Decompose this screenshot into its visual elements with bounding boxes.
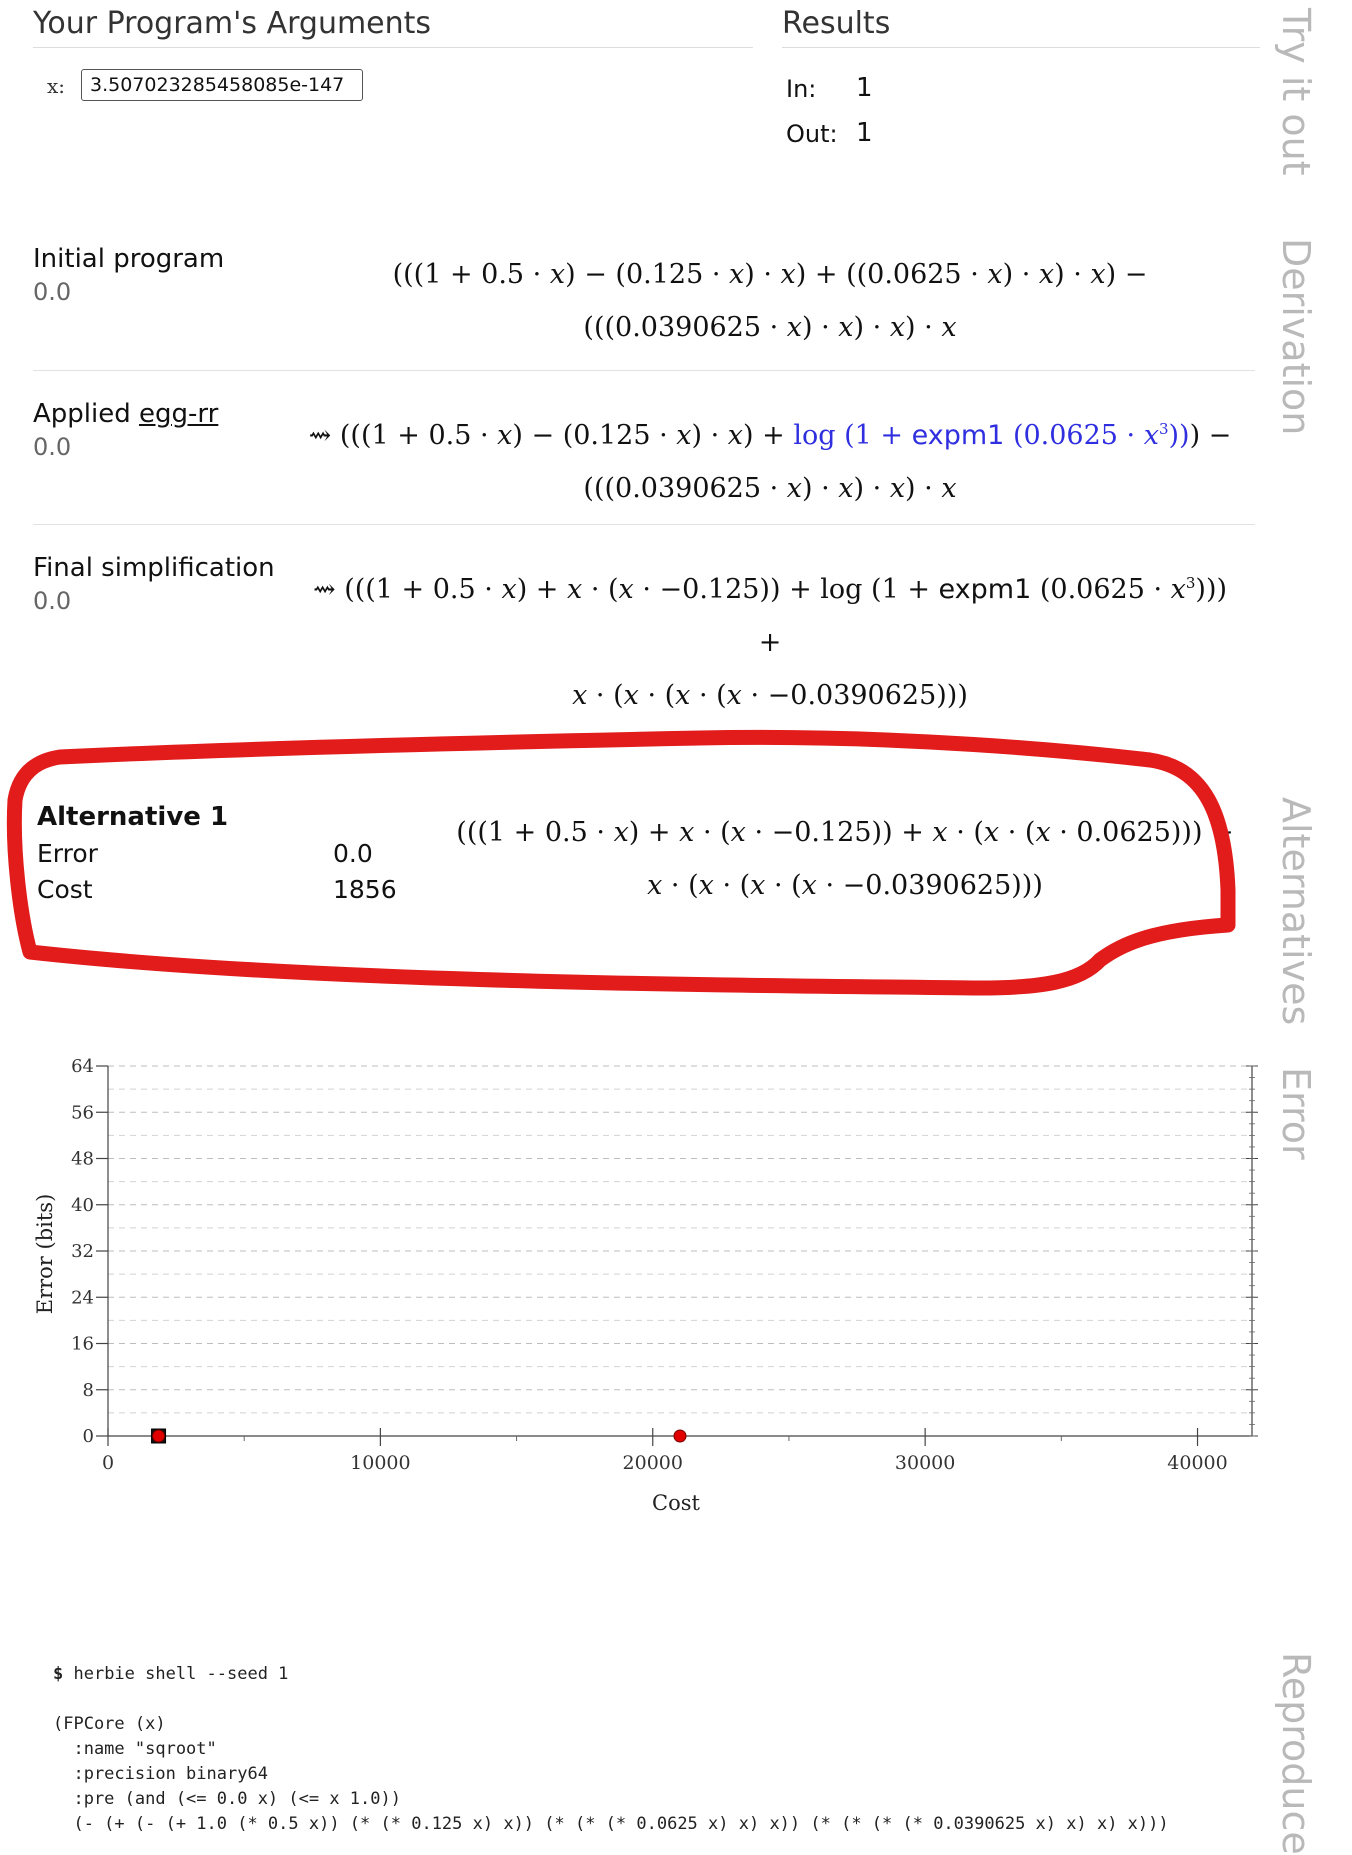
y-tick-label: 48 bbox=[71, 1149, 94, 1170]
x-tick-label: 40000 bbox=[1167, 1452, 1227, 1474]
chart-grid bbox=[108, 1065, 1252, 1414]
in-value: 1 bbox=[856, 73, 873, 103]
reproduce-command: $ herbie shell --seed 1 bbox=[53, 1662, 288, 1687]
chart-y-axis-label: Error (bits) bbox=[33, 1194, 57, 1315]
applied-rule-error: 0.0 bbox=[33, 433, 72, 461]
tab-reproduce[interactable]: Reproduce bbox=[1274, 1652, 1318, 1855]
initial-program-title: Initial program bbox=[33, 244, 225, 274]
y-tick-label: 16 bbox=[71, 1334, 94, 1355]
egg-rr-link[interactable]: egg-rr bbox=[139, 399, 218, 429]
x-label: x: bbox=[47, 74, 66, 98]
out-value: 1 bbox=[856, 118, 873, 148]
shell-prompt: $ bbox=[53, 1664, 64, 1684]
tab-error[interactable]: Error bbox=[1274, 1067, 1318, 1160]
x-tick-label: 0 bbox=[102, 1452, 114, 1474]
arguments-rule bbox=[33, 47, 753, 48]
final-simplification-expression: ⇝ (((1 + 0.5 · x) + x · (x · −0.125)) + … bbox=[312, 574, 1228, 711]
x-tick-label: 30000 bbox=[895, 1452, 955, 1474]
tab-try-it-out[interactable]: Try it out bbox=[1274, 8, 1318, 176]
error-chart: 0 8 16 24 32 40 48 56 64 0 10000 20000 30000 40000 Co… bbox=[33, 1056, 1258, 1515]
final-simplification-error: 0.0 bbox=[33, 587, 72, 615]
fpcore-line: (- (+ (- (+ 1.0 (* 0.5 x)) (* (* 0.125 x… bbox=[53, 1814, 1169, 1834]
y-tick-label: 56 bbox=[71, 1102, 94, 1123]
chart-x-axis-label: Cost bbox=[652, 1491, 700, 1515]
applied-rule-title: Applied egg-rr bbox=[33, 399, 218, 429]
fpcore-line: (FPCore (x) bbox=[53, 1714, 166, 1734]
chart-ticks: 0 8 16 24 32 40 48 56 64 0 10000 20000 30000 40000 bbox=[71, 1056, 1258, 1474]
y-tick-label: 32 bbox=[71, 1241, 94, 1262]
chart-point-circle bbox=[152, 1429, 166, 1443]
divider bbox=[33, 370, 1255, 371]
fpcore-line: :name "sqroot" bbox=[53, 1739, 217, 1759]
red-highlight-annotation bbox=[6, 729, 1236, 996]
tab-derivation[interactable]: Derivation bbox=[1274, 238, 1318, 435]
y-tick-label: 24 bbox=[71, 1287, 94, 1308]
initial-program-expression: (((1 + 0.5 · x) − (0.125 · x) · x) + ((0… bbox=[392, 259, 1148, 343]
reproduce-fpcore: (FPCore (x) :name "sqroot" :precision bi… bbox=[53, 1687, 1169, 1837]
chart-point-circle bbox=[673, 1429, 687, 1443]
shell-command: herbie shell --seed 1 bbox=[63, 1664, 289, 1684]
fpcore-line: :pre (and (<= 0.0 x) (<= x 1.0)) bbox=[53, 1789, 401, 1809]
y-tick-label: 8 bbox=[83, 1380, 94, 1401]
applied-rule-expression: ⇝ (((1 + 0.5 · x) − (0.125 · x) · x) + l… bbox=[308, 420, 1232, 504]
x-tick-label: 10000 bbox=[350, 1452, 410, 1474]
final-simplification-title: Final simplification bbox=[33, 553, 275, 583]
divider bbox=[33, 524, 1255, 525]
y-tick-label: 40 bbox=[71, 1195, 94, 1216]
x-tick-label: 20000 bbox=[623, 1452, 683, 1474]
applied-rule-prefix: Applied bbox=[33, 399, 131, 429]
results-title: Results bbox=[782, 6, 891, 41]
in-label: In: bbox=[786, 75, 817, 103]
initial-program-error: 0.0 bbox=[33, 278, 72, 306]
results-rule bbox=[782, 47, 1260, 48]
x-input[interactable] bbox=[81, 69, 363, 101]
fpcore-line: :precision binary64 bbox=[53, 1764, 268, 1784]
y-tick-label: 0 bbox=[83, 1426, 94, 1447]
tab-alternatives[interactable]: Alternatives bbox=[1274, 797, 1318, 1025]
out-label: Out: bbox=[786, 120, 838, 148]
y-tick-label: 64 bbox=[71, 1056, 94, 1077]
arguments-title: Your Program's Arguments bbox=[33, 6, 432, 41]
